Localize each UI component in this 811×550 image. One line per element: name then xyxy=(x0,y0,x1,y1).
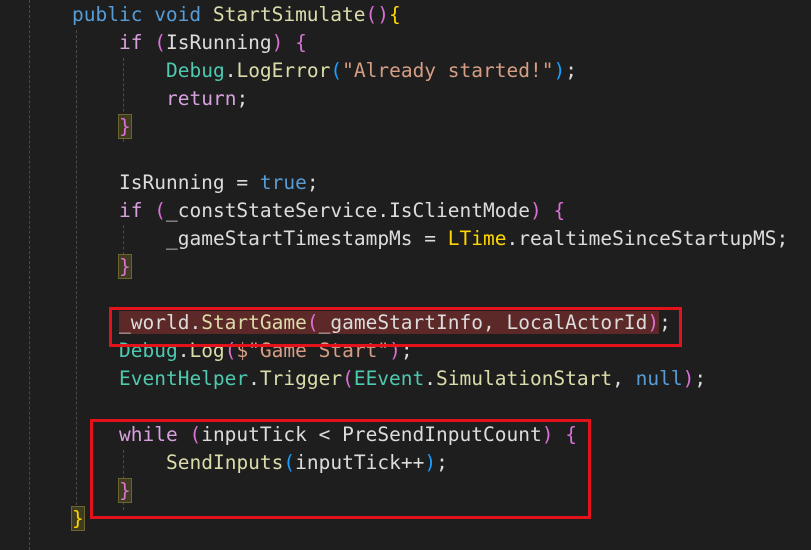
indent-guide xyxy=(29,0,30,550)
code-line[interactable]: EventHelper.Trigger(EEvent.SimulationSta… xyxy=(119,365,706,393)
code-token: LogError xyxy=(236,59,331,82)
code-token: ; xyxy=(565,59,577,82)
code-line[interactable]: if (_constStateService.IsClientMode) { xyxy=(119,197,565,225)
code-token: return xyxy=(166,87,237,110)
code-token: ) xyxy=(682,367,695,390)
code-token: ; xyxy=(236,87,249,110)
code-token: } xyxy=(118,254,132,279)
annotation-box-while-loop xyxy=(90,419,591,519)
code-line[interactable]: _gameStartTimestampMs = LTime.realtimeSi… xyxy=(166,225,788,253)
code-token: _constStateService xyxy=(165,199,378,222)
code-token: { xyxy=(295,31,307,54)
code-token: IsRunning xyxy=(119,171,225,194)
indent-guide xyxy=(123,225,124,255)
code-token: ) xyxy=(271,31,296,54)
code-token: ; xyxy=(776,227,789,250)
code-token: ) xyxy=(529,199,554,222)
code-line[interactable]: } xyxy=(118,113,132,141)
code-token: public xyxy=(72,3,155,26)
code-token: null xyxy=(635,367,683,390)
code-token: Trigger xyxy=(259,367,343,390)
code-line[interactable]: if (IsRunning) { xyxy=(119,29,307,57)
code-token: if xyxy=(119,31,155,54)
code-token: { xyxy=(389,3,401,26)
code-token: _gameStartTimestampMs xyxy=(166,227,413,250)
code-token: ( xyxy=(154,31,166,54)
code-token: . xyxy=(377,199,390,222)
code-token: "Already started!" xyxy=(342,59,554,82)
code-token: = xyxy=(224,171,260,194)
code-token: } xyxy=(118,114,132,139)
code-token: . xyxy=(224,59,237,82)
code-token: ; xyxy=(306,171,319,194)
code-editor[interactable]: public void StartSimulate(){if (IsRunnin… xyxy=(0,0,811,550)
code-line[interactable]: public void StartSimulate(){ xyxy=(72,1,401,29)
code-token: () xyxy=(365,3,389,26)
code-token: ( xyxy=(342,367,354,390)
code-line[interactable]: } xyxy=(71,505,85,533)
code-token: , xyxy=(612,367,636,390)
code-line[interactable]: Debug.LogError("Already started!"); xyxy=(166,57,577,85)
code-token: . xyxy=(506,227,519,250)
code-token: ( xyxy=(154,199,166,222)
code-token: = xyxy=(412,227,448,250)
code-token: true xyxy=(259,171,307,194)
code-line[interactable]: return; xyxy=(166,85,248,113)
code-token: } xyxy=(71,506,85,531)
code-token: void xyxy=(154,3,213,26)
code-token: { xyxy=(553,199,566,222)
annotation-box-start-game xyxy=(109,307,682,347)
code-token: IsRunning xyxy=(165,31,272,54)
code-token: realtimeSinceStartupMS xyxy=(518,227,777,250)
code-token: Debug xyxy=(166,59,225,82)
code-token: . xyxy=(248,367,260,390)
code-token: SimulationStart xyxy=(436,367,613,390)
code-line[interactable]: } xyxy=(118,253,132,281)
code-token: EEvent xyxy=(353,367,425,390)
code-token: . xyxy=(424,367,437,390)
code-line[interactable]: IsRunning = true; xyxy=(119,169,319,197)
code-token: IsClientMode xyxy=(389,199,530,222)
code-token: ( xyxy=(330,59,343,82)
code-token: EventHelper xyxy=(119,367,249,390)
code-token: StartSimulate xyxy=(212,3,366,26)
code-token: if xyxy=(119,199,155,222)
code-token: ) xyxy=(553,59,566,82)
indent-guide xyxy=(76,30,77,520)
code-token: LTime xyxy=(447,227,507,250)
code-token: ; xyxy=(694,367,707,390)
